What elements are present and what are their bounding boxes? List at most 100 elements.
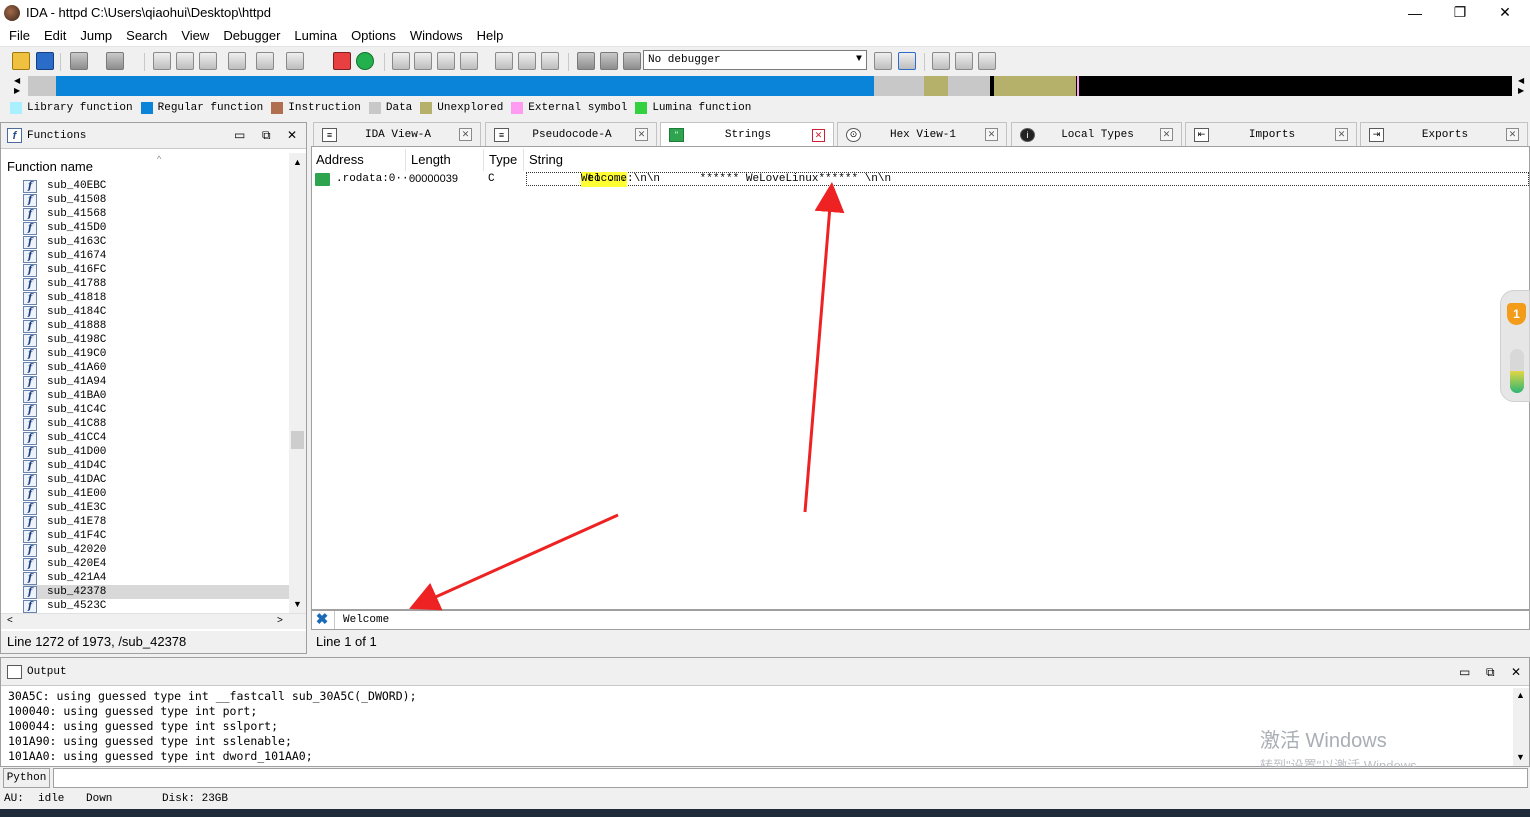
- list-item[interactable]: f sub_42378: [23, 585, 289, 599]
- code-icon[interactable]: [392, 52, 410, 70]
- tab-pseudocode-a[interactable]: ≡ Pseudocode-A ✕: [485, 122, 657, 146]
- menu-help[interactable]: Help: [470, 28, 511, 43]
- list-item[interactable]: f sub_41F4C: [23, 529, 289, 543]
- close-filter-icon[interactable]: ✖: [314, 612, 330, 628]
- list-item[interactable]: f sub_416FC: [23, 263, 289, 277]
- tab-ida-view-a[interactable]: ≡ IDA View-A ✕: [313, 122, 481, 146]
- list-item[interactable]: f sub_41508: [23, 193, 289, 207]
- list-item[interactable]: f sub_41BA0: [23, 389, 289, 403]
- output-vertical-scrollbar[interactable]: ▲ ▼: [1513, 688, 1529, 766]
- close-icon[interactable]: ✕: [1160, 128, 1173, 141]
- column-length[interactable]: Length: [411, 152, 451, 167]
- scrollbar-thumb[interactable]: [291, 431, 304, 449]
- nav-right-icon[interactable]: ▶: [1518, 86, 1524, 95]
- list-item[interactable]: f sub_41D00: [23, 445, 289, 459]
- close-icon[interactable]: ✕: [812, 128, 825, 142]
- security-widget[interactable]: 1: [1500, 290, 1530, 402]
- nav-left-icon[interactable]: ◀: [1518, 76, 1524, 85]
- close-icon[interactable]: ✕: [459, 128, 472, 141]
- close-icon[interactable]: ✕: [1335, 128, 1348, 141]
- column-type[interactable]: Type: [489, 152, 517, 167]
- menu-lumina[interactable]: Lumina: [287, 28, 344, 43]
- functions-vertical-scrollbar[interactable]: ▲ ▼: [289, 153, 306, 613]
- function-list[interactable]: f sub_40EBC f sub_41508 f sub_41568 f sub_415D0…: [23, 179, 289, 613]
- decompile-icon[interactable]: [898, 52, 916, 70]
- output-text[interactable]: 30A5C: using guessed type int __fastcall…: [8, 689, 417, 764]
- list-item[interactable]: f sub_420E4: [23, 557, 289, 571]
- menu-windows[interactable]: Windows: [403, 28, 470, 43]
- tab-strings[interactable]: " Strings ✕: [660, 122, 834, 147]
- navigation-bar[interactable]: [28, 76, 1512, 96]
- pause-icon[interactable]: [600, 52, 618, 70]
- text-icon[interactable]: [176, 52, 194, 70]
- save-icon[interactable]: [36, 52, 54, 70]
- tab-exports[interactable]: ⇥ Exports ✕: [1360, 122, 1528, 146]
- close-icon[interactable]: ✕: [985, 128, 998, 141]
- close-icon[interactable]: ✕: [635, 128, 648, 141]
- list-item[interactable]: f sub_419C0: [23, 347, 289, 361]
- tab-hex-view-1[interactable]: ⊙ Hex View-1 ✕: [837, 122, 1007, 146]
- float-panel-icon[interactable]: ⧉: [1486, 665, 1495, 680]
- menu-view[interactable]: View: [174, 28, 216, 43]
- close-panel-icon[interactable]: ✕: [1511, 665, 1521, 679]
- data-icon[interactable]: [414, 52, 432, 70]
- list-item[interactable]: f sub_41568: [23, 207, 289, 221]
- scroll-up-icon[interactable]: ▲: [1516, 690, 1525, 700]
- menu-debugger[interactable]: Debugger: [216, 28, 287, 43]
- list-item[interactable]: f sub_41818: [23, 291, 289, 305]
- function-name-column-header[interactable]: Function name ^: [1, 154, 289, 177]
- c-icon[interactable]: [874, 52, 892, 70]
- column-string[interactable]: String: [529, 152, 563, 167]
- array-icon[interactable]: [437, 52, 455, 70]
- close-icon[interactable]: ✕: [1506, 128, 1519, 141]
- maximize-panel-icon[interactable]: ▭: [1459, 665, 1470, 679]
- open-folder-icon[interactable]: [12, 52, 30, 70]
- float-panel-icon[interactable]: ⧉: [262, 128, 271, 143]
- column-address[interactable]: Address: [316, 152, 364, 167]
- scroll-right-icon[interactable]: >: [277, 615, 283, 626]
- navigation-band[interactable]: ◀ ▶ ◀ ▶: [8, 76, 1525, 98]
- close-panel-icon[interactable]: ✕: [287, 128, 297, 142]
- list-item[interactable]: f sub_41CC4: [23, 431, 289, 445]
- tab-imports[interactable]: ⇤ Imports ✕: [1185, 122, 1357, 146]
- outline-icon[interactable]: [955, 52, 973, 70]
- diamond-icon[interactable]: [541, 52, 559, 70]
- nav-left-icon[interactable]: ◀: [14, 76, 20, 85]
- list-item[interactable]: f sub_41E00: [23, 487, 289, 501]
- list-item[interactable]: f sub_41A60: [23, 361, 289, 375]
- menu-options[interactable]: Options: [344, 28, 403, 43]
- back-icon[interactable]: [70, 52, 88, 70]
- list-item[interactable]: f sub_41D4C: [23, 459, 289, 473]
- list-item[interactable]: f sub_415D0: [23, 221, 289, 235]
- minimize-button[interactable]: —: [1392, 0, 1438, 25]
- list-item[interactable]: f sub_42020: [23, 543, 289, 557]
- tab-local-types[interactable]: i Local Types ✕: [1011, 122, 1182, 146]
- stop-icon[interactable]: [623, 52, 641, 70]
- scroll-down-icon[interactable]: ▼: [293, 599, 302, 609]
- graph-icon[interactable]: [199, 52, 217, 70]
- list-item[interactable]: f sub_41788: [23, 277, 289, 291]
- list-item[interactable]: f sub_41888: [23, 319, 289, 333]
- menu-file[interactable]: File: [2, 28, 37, 43]
- scroll-up-icon[interactable]: ▲: [293, 157, 302, 167]
- run-icon[interactable]: [333, 52, 351, 70]
- maximize-button[interactable]: ❐: [1437, 0, 1483, 25]
- python-input[interactable]: [53, 768, 1528, 788]
- forward-icon[interactable]: [106, 52, 124, 70]
- menu-jump[interactable]: Jump: [73, 28, 119, 43]
- list-item[interactable]: f sub_41C88: [23, 417, 289, 431]
- list-item[interactable]: f sub_41E3C: [23, 501, 289, 515]
- nav-right-icon[interactable]: ▶: [14, 86, 20, 95]
- functions-horizontal-scrollbar[interactable]: < >: [1, 613, 306, 629]
- list-item[interactable]: f sub_421A4: [23, 571, 289, 585]
- python-button[interactable]: Python: [3, 768, 50, 788]
- list-item[interactable]: f sub_4184C: [23, 305, 289, 319]
- maximize-panel-icon[interactable]: ▭: [234, 128, 245, 142]
- list-item[interactable]: f sub_41E78: [23, 515, 289, 529]
- struct-icon[interactable]: [460, 52, 478, 70]
- list-item[interactable]: f sub_41674: [23, 249, 289, 263]
- table-row[interactable]: .rodata:0··· 00000039 C \n\nYes:\n\n ***…: [312, 172, 1529, 187]
- font-icon[interactable]: [286, 52, 304, 70]
- debugger-select[interactable]: No debugger ▼: [643, 50, 867, 70]
- list-item[interactable]: f sub_4163C: [23, 235, 289, 249]
